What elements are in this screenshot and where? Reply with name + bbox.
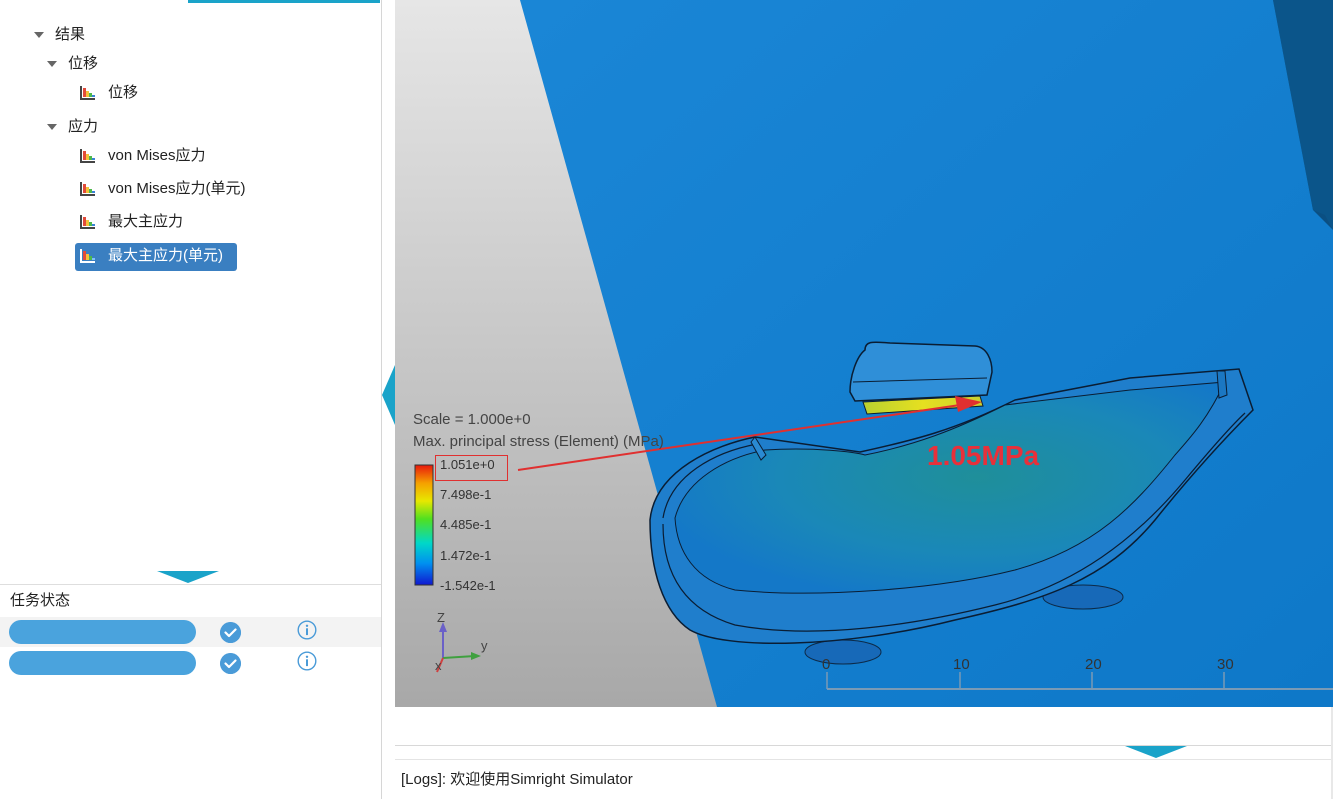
logs-divider [395, 759, 1333, 760]
ruler-label: 20 [1085, 656, 1102, 673]
info-icon[interactable] [297, 620, 317, 640]
result-plot-icon [80, 86, 95, 100]
tree-item-label: 最大主应力(单元) [108, 247, 223, 264]
chevron-down-icon[interactable] [46, 115, 58, 139]
tree-node-stress-group[interactable]: 应力 [46, 115, 166, 139]
chevron-down-icon[interactable] [46, 52, 58, 76]
result-plot-icon [80, 149, 95, 163]
tree-item-label: von Mises应力(单元) [108, 180, 246, 197]
ruler-label: 0 [822, 656, 831, 673]
tree-node-results[interactable]: 结果 [33, 23, 153, 47]
tree-item-von-mises-element[interactable]: von Mises应力(单元) [80, 177, 300, 201]
viewport-footer [395, 707, 1333, 745]
tree-item-max-principal[interactable]: 最大主应力 [80, 210, 280, 234]
annotation-box [435, 455, 508, 481]
result-plot-icon [80, 215, 95, 229]
ruler-label: 10 [953, 656, 970, 673]
axis-y-label: y [481, 638, 488, 653]
check-circle-icon [220, 653, 241, 674]
logs-splitter-handle[interactable] [1125, 746, 1187, 758]
legend-tick: 4.485e-1 [440, 517, 492, 532]
model-render [395, 0, 1333, 707]
legend-tick: 1.472e-1 [440, 548, 492, 563]
tree-item-max-principal-element[interactable]: 最大主应力(单元) [80, 244, 235, 268]
panel-tab-indicator [188, 0, 380, 3]
tree-node-displacement-group[interactable]: 位移 [46, 52, 166, 76]
tree-item-label: 位移 [108, 84, 139, 101]
logs-divider [395, 745, 1333, 746]
ruler-label: 30 [1217, 656, 1234, 673]
info-icon[interactable] [297, 651, 317, 671]
result-plot-icon [80, 182, 95, 196]
legend-tick: 7.498e-1 [440, 487, 492, 502]
task-row [0, 617, 381, 647]
legend-scale-text: Scale = 1.000e+0 [413, 411, 531, 428]
tree-item-displacement[interactable]: 位移 [80, 81, 240, 105]
splitter-handle[interactable] [157, 571, 219, 583]
collapse-panel-handle[interactable] [382, 365, 395, 425]
3d-viewport[interactable]: Scale = 1.000e+0 Max. principal stress (… [395, 0, 1333, 707]
tree-item-von-mises[interactable]: von Mises应力 [80, 144, 280, 168]
tree-item-label: 最大主应力 [108, 213, 184, 230]
task-status-title: 任务状态 [10, 592, 71, 609]
legend-tick: -1.542e-1 [440, 578, 496, 593]
result-plot-icon [80, 249, 95, 263]
tree-node-label: 结果 [55, 26, 86, 43]
axis-x-label: x [435, 658, 442, 673]
task-progress-bar [9, 651, 196, 675]
tree-node-label: 位移 [68, 55, 99, 72]
splitter-line [0, 584, 381, 585]
chevron-down-icon[interactable] [33, 23, 45, 47]
legend-title: Max. principal stress (Element) (MPa) [413, 433, 664, 450]
task-row [0, 648, 381, 678]
task-progress-bar [9, 620, 196, 644]
stress-callout-label: 1.05MPa [927, 440, 1040, 471]
tree-item-label: von Mises应力 [108, 147, 206, 164]
axis-z-label: Z [437, 610, 445, 625]
check-circle-icon [220, 622, 241, 643]
results-panel: 结果 位移 位移 应力 von Mises应力 von Mises应力(单元) … [0, 0, 381, 799]
tree-node-label: 应力 [68, 118, 99, 135]
logs-message: [Logs]: 欢迎使用Simright Simulator [401, 771, 633, 788]
